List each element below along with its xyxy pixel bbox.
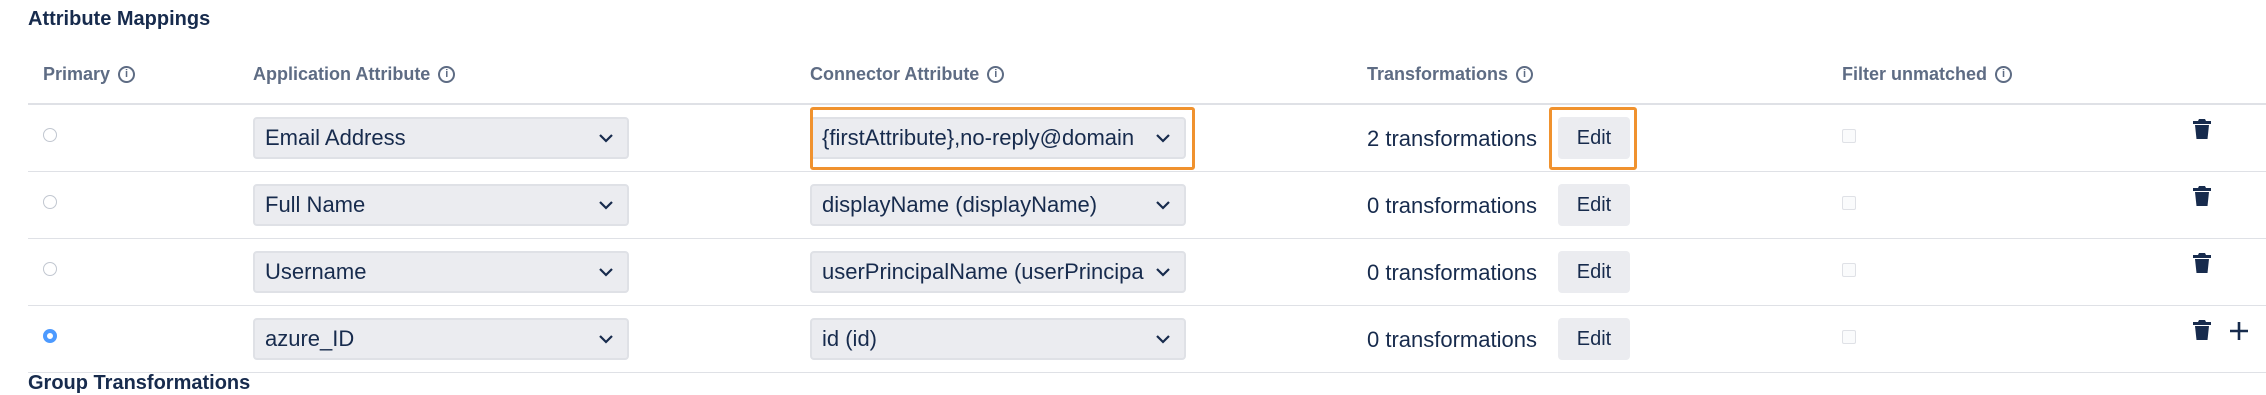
connector-attribute-select[interactable]: id (id) (810, 318, 1186, 360)
select-value: Email Address (265, 125, 406, 150)
transformations-count: 0 transformations (1367, 327, 1537, 352)
info-icon[interactable]: i (1516, 66, 1534, 83)
chevron-down-icon (595, 127, 617, 149)
select-value: id (id) (822, 326, 878, 351)
edit-transformations-button[interactable]: Edit (1558, 184, 1630, 226)
select-value: azure_ID (265, 326, 355, 351)
info-icon[interactable]: i (1995, 66, 2013, 83)
application-attribute-select[interactable]: Full Name (253, 184, 629, 226)
column-header-transformations: Transformations i (1367, 64, 1534, 85)
row-divider (28, 238, 2266, 239)
info-icon[interactable]: i (118, 66, 136, 83)
chevron-down-icon (1152, 194, 1174, 216)
transformations-count: 0 transformations (1367, 260, 1537, 285)
edit-button-highlight (1549, 107, 1637, 170)
row-divider (28, 171, 2266, 172)
primary-radio[interactable] (43, 128, 57, 142)
column-header-label: Application Attribute (253, 64, 431, 84)
connector-attribute-select[interactable]: displayName (displayName) (810, 184, 1186, 226)
application-attribute-select[interactable]: azure_ID (253, 318, 629, 360)
primary-radio[interactable] (43, 195, 57, 209)
row-divider (28, 305, 2266, 306)
trash-icon[interactable] (2192, 252, 2212, 274)
transformations-count: 0 transformations (1367, 193, 1537, 218)
chevron-down-icon (1152, 261, 1174, 283)
column-header-label: Connector Attribute (810, 64, 980, 84)
column-header-application-attribute: Application Attribute i (253, 64, 456, 85)
primary-radio-selected[interactable] (43, 329, 57, 343)
chevron-down-icon (1152, 328, 1174, 350)
primary-radio[interactable] (43, 262, 57, 276)
filter-unmatched-checkbox[interactable] (1842, 263, 1856, 277)
row-divider (28, 372, 2266, 373)
column-header-filter-unmatched: Filter unmatched i (1842, 64, 2013, 85)
select-value: userPrincipalName (userPrincipa (822, 259, 1144, 284)
chevron-down-icon (595, 261, 617, 283)
filter-unmatched-checkbox[interactable] (1842, 330, 1856, 344)
edit-transformations-button[interactable]: Edit (1558, 251, 1630, 293)
plus-icon[interactable] (2228, 320, 2250, 342)
select-value: Full Name (265, 192, 366, 217)
trash-icon[interactable] (2192, 319, 2212, 341)
column-header-connector-attribute: Connector Attribute i (810, 64, 1005, 85)
group-transformations-heading: Group Transformations (28, 372, 251, 394)
column-header-label: Filter unmatched (1842, 64, 1988, 84)
application-attribute-select[interactable]: Username (253, 251, 629, 293)
chevron-down-icon (595, 194, 617, 216)
edit-transformations-button[interactable]: Edit (1558, 318, 1630, 360)
transformations-count: 2 transformations (1367, 126, 1537, 151)
trash-icon[interactable] (2192, 118, 2212, 140)
connector-attribute-highlight (810, 107, 1195, 170)
filter-unmatched-checkbox[interactable] (1842, 129, 1856, 143)
info-icon[interactable]: i (438, 66, 456, 83)
select-value: displayName (displayName) (822, 192, 1098, 217)
application-attribute-select[interactable]: Email Address (253, 117, 629, 159)
section-title: Attribute Mappings (28, 8, 211, 30)
chevron-down-icon (595, 328, 617, 350)
connector-attribute-select[interactable]: userPrincipalName (userPrincipa (810, 251, 1186, 293)
column-header-label: Transformations (1367, 64, 1509, 84)
select-value: Username (265, 259, 367, 284)
header-divider (28, 103, 2266, 105)
trash-icon[interactable] (2192, 185, 2212, 207)
filter-unmatched-checkbox[interactable] (1842, 196, 1856, 210)
column-header-primary: Primary i (43, 64, 136, 85)
column-header-label: Primary (43, 64, 111, 84)
info-icon[interactable]: i (987, 66, 1005, 83)
